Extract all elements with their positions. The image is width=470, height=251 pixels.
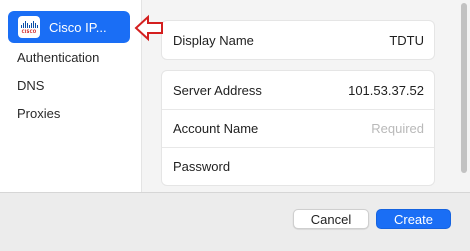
- account-name-row: Account Name: [162, 109, 434, 147]
- server-address-label: Server Address: [173, 82, 262, 98]
- account-name-label: Account Name: [173, 121, 259, 136]
- password-field[interactable]: [274, 159, 424, 174]
- vpn-config-window: CISCO Cisco IP... Authentication DNS Pro…: [0, 0, 470, 251]
- connection-group: Server Address 101.53.37.52 Account Name…: [161, 70, 435, 186]
- account-name-field[interactable]: [274, 121, 424, 136]
- annotation-arrow-icon: [134, 14, 163, 42]
- display-name-row: Display Name TDTU: [162, 21, 434, 59]
- cancel-button[interactable]: Cancel: [293, 209, 369, 229]
- sidebar-item-proxies[interactable]: Proxies: [8, 97, 130, 129]
- cisco-logo-icon: CISCO: [18, 16, 40, 38]
- password-row: Password: [162, 147, 434, 185]
- sidebar-item-label: Cisco IP...: [49, 19, 107, 35]
- sidebar-item-cisco-ipsec[interactable]: CISCO Cisco IP...: [8, 11, 130, 43]
- server-address-row: Server Address 101.53.37.52: [162, 71, 434, 109]
- password-label: Password: [173, 159, 231, 174]
- display-name-group: Display Name TDTU: [161, 20, 435, 60]
- sidebar-item-label: DNS: [17, 77, 45, 93]
- display-name-label: Display Name: [173, 32, 254, 48]
- settings-pane: Display Name TDTU Server Address 101.53.…: [142, 0, 470, 192]
- scrollbar[interactable]: [461, 3, 467, 173]
- display-name-value[interactable]: TDTU: [389, 33, 424, 48]
- create-button[interactable]: Create: [376, 209, 451, 229]
- server-address-value[interactable]: 101.53.37.52: [348, 83, 424, 98]
- sidebar-item-label: Proxies: [17, 105, 61, 121]
- sidebar: CISCO Cisco IP... Authentication DNS Pro…: [0, 0, 141, 192]
- sidebar-item-label: Authentication: [17, 49, 100, 65]
- footer-bar: Cancel Create: [0, 193, 470, 251]
